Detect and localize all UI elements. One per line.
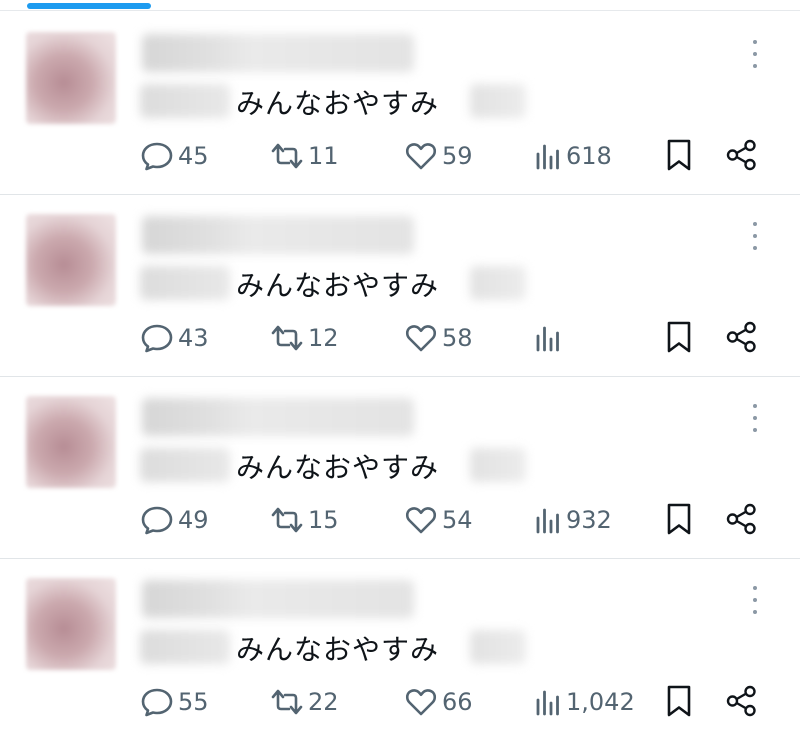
- reply-icon: [141, 324, 173, 353]
- more-icon[interactable]: [744, 36, 766, 72]
- like-count: 58: [442, 324, 473, 352]
- reply-count: 45: [178, 142, 209, 170]
- more-icon[interactable]: [744, 582, 766, 618]
- tweet-text: みんなおやすみ: [236, 269, 440, 302]
- more-icon[interactable]: [744, 218, 766, 254]
- like-count: 59: [442, 142, 473, 170]
- share-icon: [726, 685, 756, 717]
- like-button[interactable]: 59: [404, 140, 473, 172]
- like-count: 54: [442, 506, 473, 534]
- views-count: 1,042: [566, 688, 635, 716]
- share-button[interactable]: [724, 138, 758, 176]
- top-divider: [0, 10, 800, 11]
- retweet-icon: [271, 507, 303, 533]
- retweet-button[interactable]: 12: [270, 322, 339, 354]
- reply-button[interactable]: 49: [140, 504, 209, 536]
- more-icon[interactable]: [744, 400, 766, 436]
- bookmark-icon: [667, 503, 691, 535]
- views-icon: [536, 144, 559, 170]
- retweet-count: 11: [308, 142, 339, 170]
- views-button[interactable]: 1,042: [534, 686, 635, 718]
- tweet-text: みんなおやすみ: [236, 451, 440, 484]
- tweet[interactable]: みんなおやすみ 45 11 59 618: [0, 12, 800, 195]
- like-icon: [405, 143, 437, 170]
- tweet-text: みんなおやすみ: [236, 633, 440, 666]
- reply-button[interactable]: 55: [140, 686, 209, 718]
- share-button[interactable]: [724, 684, 758, 722]
- reply-icon: [141, 688, 173, 717]
- bookmark-icon: [667, 321, 691, 353]
- timestamp-blurred: [470, 448, 526, 482]
- views-icon: [536, 508, 559, 534]
- like-icon: [405, 325, 437, 352]
- views-count: 932: [566, 506, 612, 534]
- like-button[interactable]: 58: [404, 322, 473, 354]
- views-icon: [536, 326, 559, 352]
- retweet-button[interactable]: 11: [270, 140, 339, 172]
- retweet-icon: [271, 325, 303, 351]
- avatar[interactable]: [26, 32, 116, 124]
- author-handle-blurred: [140, 630, 230, 664]
- share-icon: [726, 321, 756, 353]
- share-icon: [726, 139, 756, 171]
- share-button[interactable]: [724, 502, 758, 540]
- share-icon: [726, 503, 756, 535]
- retweet-count: 12: [308, 324, 339, 352]
- bookmark-icon: [667, 139, 691, 171]
- reply-count: 43: [178, 324, 209, 352]
- author-handle-blurred: [140, 84, 230, 118]
- retweet-icon: [271, 143, 303, 169]
- avatar[interactable]: [26, 214, 116, 306]
- author-handle-blurred: [140, 448, 230, 482]
- reply-button[interactable]: 45: [140, 140, 209, 172]
- avatar[interactable]: [26, 396, 116, 488]
- tweet[interactable]: みんなおやすみ 43 12 58: [0, 194, 800, 377]
- reply-count: 49: [178, 506, 209, 534]
- author-name-blurred: [142, 34, 414, 72]
- reply-button[interactable]: 43: [140, 322, 209, 354]
- timestamp-blurred: [470, 266, 526, 300]
- author-name-blurred: [142, 398, 414, 436]
- tweet[interactable]: みんなおやすみ 49 15 54 932: [0, 376, 800, 559]
- timestamp-blurred: [470, 630, 526, 664]
- tweet[interactable]: みんなおやすみ 55 22 66 1,042: [0, 558, 800, 740]
- bookmark-button[interactable]: [664, 320, 694, 358]
- retweet-count: 22: [308, 688, 339, 716]
- author-name-blurred: [142, 580, 414, 618]
- tab-active-indicator: [27, 3, 151, 9]
- like-icon: [405, 507, 437, 534]
- author-handle-blurred: [140, 266, 230, 300]
- views-button[interactable]: [534, 322, 566, 354]
- like-button[interactable]: 66: [404, 686, 473, 718]
- bookmark-button[interactable]: [664, 138, 694, 176]
- bookmark-button[interactable]: [664, 684, 694, 722]
- bookmark-icon: [667, 685, 691, 717]
- views-icon: [536, 690, 559, 716]
- timestamp-blurred: [470, 84, 526, 118]
- reply-icon: [141, 506, 173, 535]
- retweet-icon: [271, 689, 303, 715]
- reply-icon: [141, 142, 173, 171]
- views-count: 618: [566, 142, 612, 170]
- share-button[interactable]: [724, 320, 758, 358]
- views-button[interactable]: 932: [534, 504, 612, 536]
- bookmark-button[interactable]: [664, 502, 694, 540]
- views-button[interactable]: 618: [534, 140, 612, 172]
- like-count: 66: [442, 688, 473, 716]
- retweet-count: 15: [308, 506, 339, 534]
- avatar[interactable]: [26, 578, 116, 670]
- retweet-button[interactable]: 22: [270, 686, 339, 718]
- retweet-button[interactable]: 15: [270, 504, 339, 536]
- like-button[interactable]: 54: [404, 504, 473, 536]
- like-icon: [405, 689, 437, 716]
- reply-count: 55: [178, 688, 209, 716]
- author-name-blurred: [142, 216, 414, 254]
- tweet-text: みんなおやすみ: [236, 87, 440, 120]
